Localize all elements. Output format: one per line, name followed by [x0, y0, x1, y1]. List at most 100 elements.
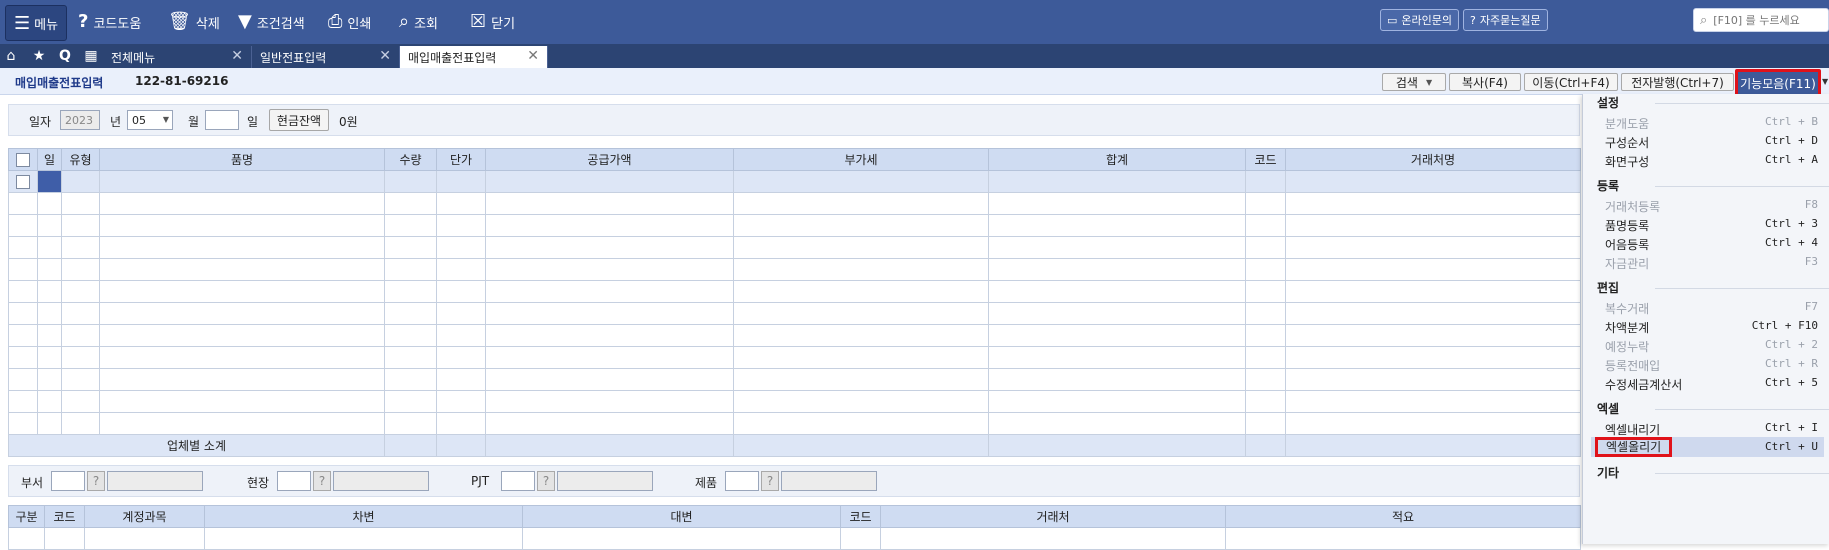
table-cell[interactable] [1285, 236, 1581, 259]
col-header[interactable]: 코드 [44, 505, 85, 528]
checkbox[interactable] [16, 152, 30, 167]
table-cell[interactable] [733, 192, 989, 215]
table-cell[interactable] [485, 258, 734, 281]
table-cell[interactable] [44, 527, 85, 550]
table-cell[interactable] [61, 236, 100, 259]
table-cell[interactable] [988, 280, 1246, 303]
table-cell[interactable] [99, 280, 385, 303]
inquiry-button[interactable]: ⌕ 조회 [399, 0, 438, 44]
table-cell[interactable] [1245, 324, 1286, 347]
table-cell[interactable] [384, 280, 437, 303]
table-cell[interactable] [1245, 412, 1286, 435]
dept-code-input[interactable] [51, 471, 85, 491]
table-cell[interactable] [384, 346, 437, 369]
table-cell[interactable] [1245, 214, 1286, 237]
col-header[interactable]: 차변 [204, 505, 523, 528]
table-cell[interactable] [1285, 258, 1581, 281]
table-cell[interactable] [8, 346, 38, 369]
table-cell[interactable] [1285, 346, 1581, 369]
table-cell[interactable] [37, 302, 62, 325]
table-cell[interactable] [733, 214, 989, 237]
dept-help-button[interactable]: ? [87, 471, 105, 491]
table-cell[interactable] [384, 412, 437, 435]
table-cell[interactable] [485, 170, 734, 193]
close-window-button[interactable]: ☒ 닫기 [470, 0, 515, 44]
table-row[interactable] [8, 236, 1581, 259]
copy-button[interactable]: 복사(F4) [1449, 73, 1521, 91]
table-row[interactable] [8, 302, 1581, 325]
table-cell[interactable] [436, 258, 486, 281]
table-cell[interactable] [61, 324, 100, 347]
table-cell[interactable] [988, 368, 1246, 391]
table-cell[interactable] [1285, 302, 1581, 325]
quick-search-icon[interactable]: Q [54, 44, 76, 68]
table-cell[interactable] [37, 324, 62, 347]
table-cell[interactable] [384, 368, 437, 391]
table-cell[interactable] [384, 170, 437, 193]
pjt-help-button[interactable]: ? [537, 471, 555, 491]
table-cell[interactable] [8, 258, 38, 281]
table-cell[interactable] [988, 346, 1246, 369]
table-cell[interactable] [61, 192, 100, 215]
table-cell[interactable] [37, 346, 62, 369]
table-cell[interactable] [485, 390, 734, 413]
col-header[interactable]: 부가세 [733, 148, 989, 171]
table-cell[interactable] [485, 214, 734, 237]
table-cell[interactable] [1245, 192, 1286, 215]
table-cell[interactable] [384, 192, 437, 215]
table-row[interactable] [8, 324, 1581, 347]
table-cell[interactable] [8, 390, 38, 413]
table-cell[interactable] [1285, 368, 1581, 391]
day-input[interactable] [205, 110, 239, 130]
table-cell[interactable] [1285, 324, 1581, 347]
table-cell[interactable] [485, 302, 734, 325]
table-cell[interactable] [1285, 214, 1581, 237]
table-row[interactable] [8, 280, 1581, 303]
table-cell[interactable] [8, 192, 38, 215]
table-cell[interactable] [1245, 368, 1286, 391]
table-cell[interactable] [1285, 170, 1581, 193]
menu-search-input[interactable] [1711, 12, 1826, 28]
table-cell[interactable] [436, 368, 486, 391]
table-cell[interactable] [99, 390, 385, 413]
table-cell[interactable] [1285, 412, 1581, 435]
table-cell[interactable] [99, 258, 385, 281]
table-cell[interactable] [61, 346, 100, 369]
col-header[interactable]: 대변 [522, 505, 841, 528]
table-cell[interactable] [8, 527, 45, 550]
col-header[interactable]: 단가 [436, 148, 486, 171]
table-cell[interactable] [988, 302, 1246, 325]
table-cell[interactable] [37, 390, 62, 413]
table-row[interactable] [8, 214, 1581, 237]
cash-balance-button[interactable]: 현금잔액 [269, 109, 329, 131]
close-icon[interactable]: ✕ [527, 48, 539, 64]
col-header[interactable]: 거래처명 [1285, 148, 1581, 171]
table-row[interactable] [8, 258, 1581, 281]
table-cell[interactable] [1225, 527, 1581, 550]
table-cell[interactable] [204, 527, 523, 550]
menu-search-box[interactable]: ⌕ [1693, 8, 1829, 32]
table-cell[interactable] [61, 368, 100, 391]
online-inquiry-button[interactable]: ▭ 온라인문의 [1380, 9, 1460, 31]
table-cell[interactable] [37, 170, 62, 193]
month-select[interactable]: 05 ▼ [127, 110, 173, 130]
table-cell[interactable] [37, 258, 62, 281]
table-cell[interactable] [8, 280, 38, 303]
product-code-input[interactable] [725, 471, 759, 491]
table-cell[interactable] [61, 170, 100, 193]
close-icon[interactable]: ✕ [379, 48, 391, 64]
table-cell[interactable] [436, 236, 486, 259]
table-cell[interactable] [1245, 236, 1286, 259]
col-header[interactable]: 유형 [61, 148, 100, 171]
col-header[interactable]: 거래처 [880, 505, 1226, 528]
table-cell[interactable] [485, 346, 734, 369]
table-row[interactable] [8, 170, 1581, 193]
table-cell[interactable] [37, 236, 62, 259]
col-header[interactable]: 계정과목 [84, 505, 205, 528]
table-cell[interactable] [436, 324, 486, 347]
faq-button[interactable]: ? 자주묻는질문 [1463, 9, 1548, 31]
table-cell[interactable] [436, 346, 486, 369]
checkbox[interactable] [16, 174, 30, 189]
table-cell[interactable] [733, 368, 989, 391]
table-cell[interactable] [99, 236, 385, 259]
